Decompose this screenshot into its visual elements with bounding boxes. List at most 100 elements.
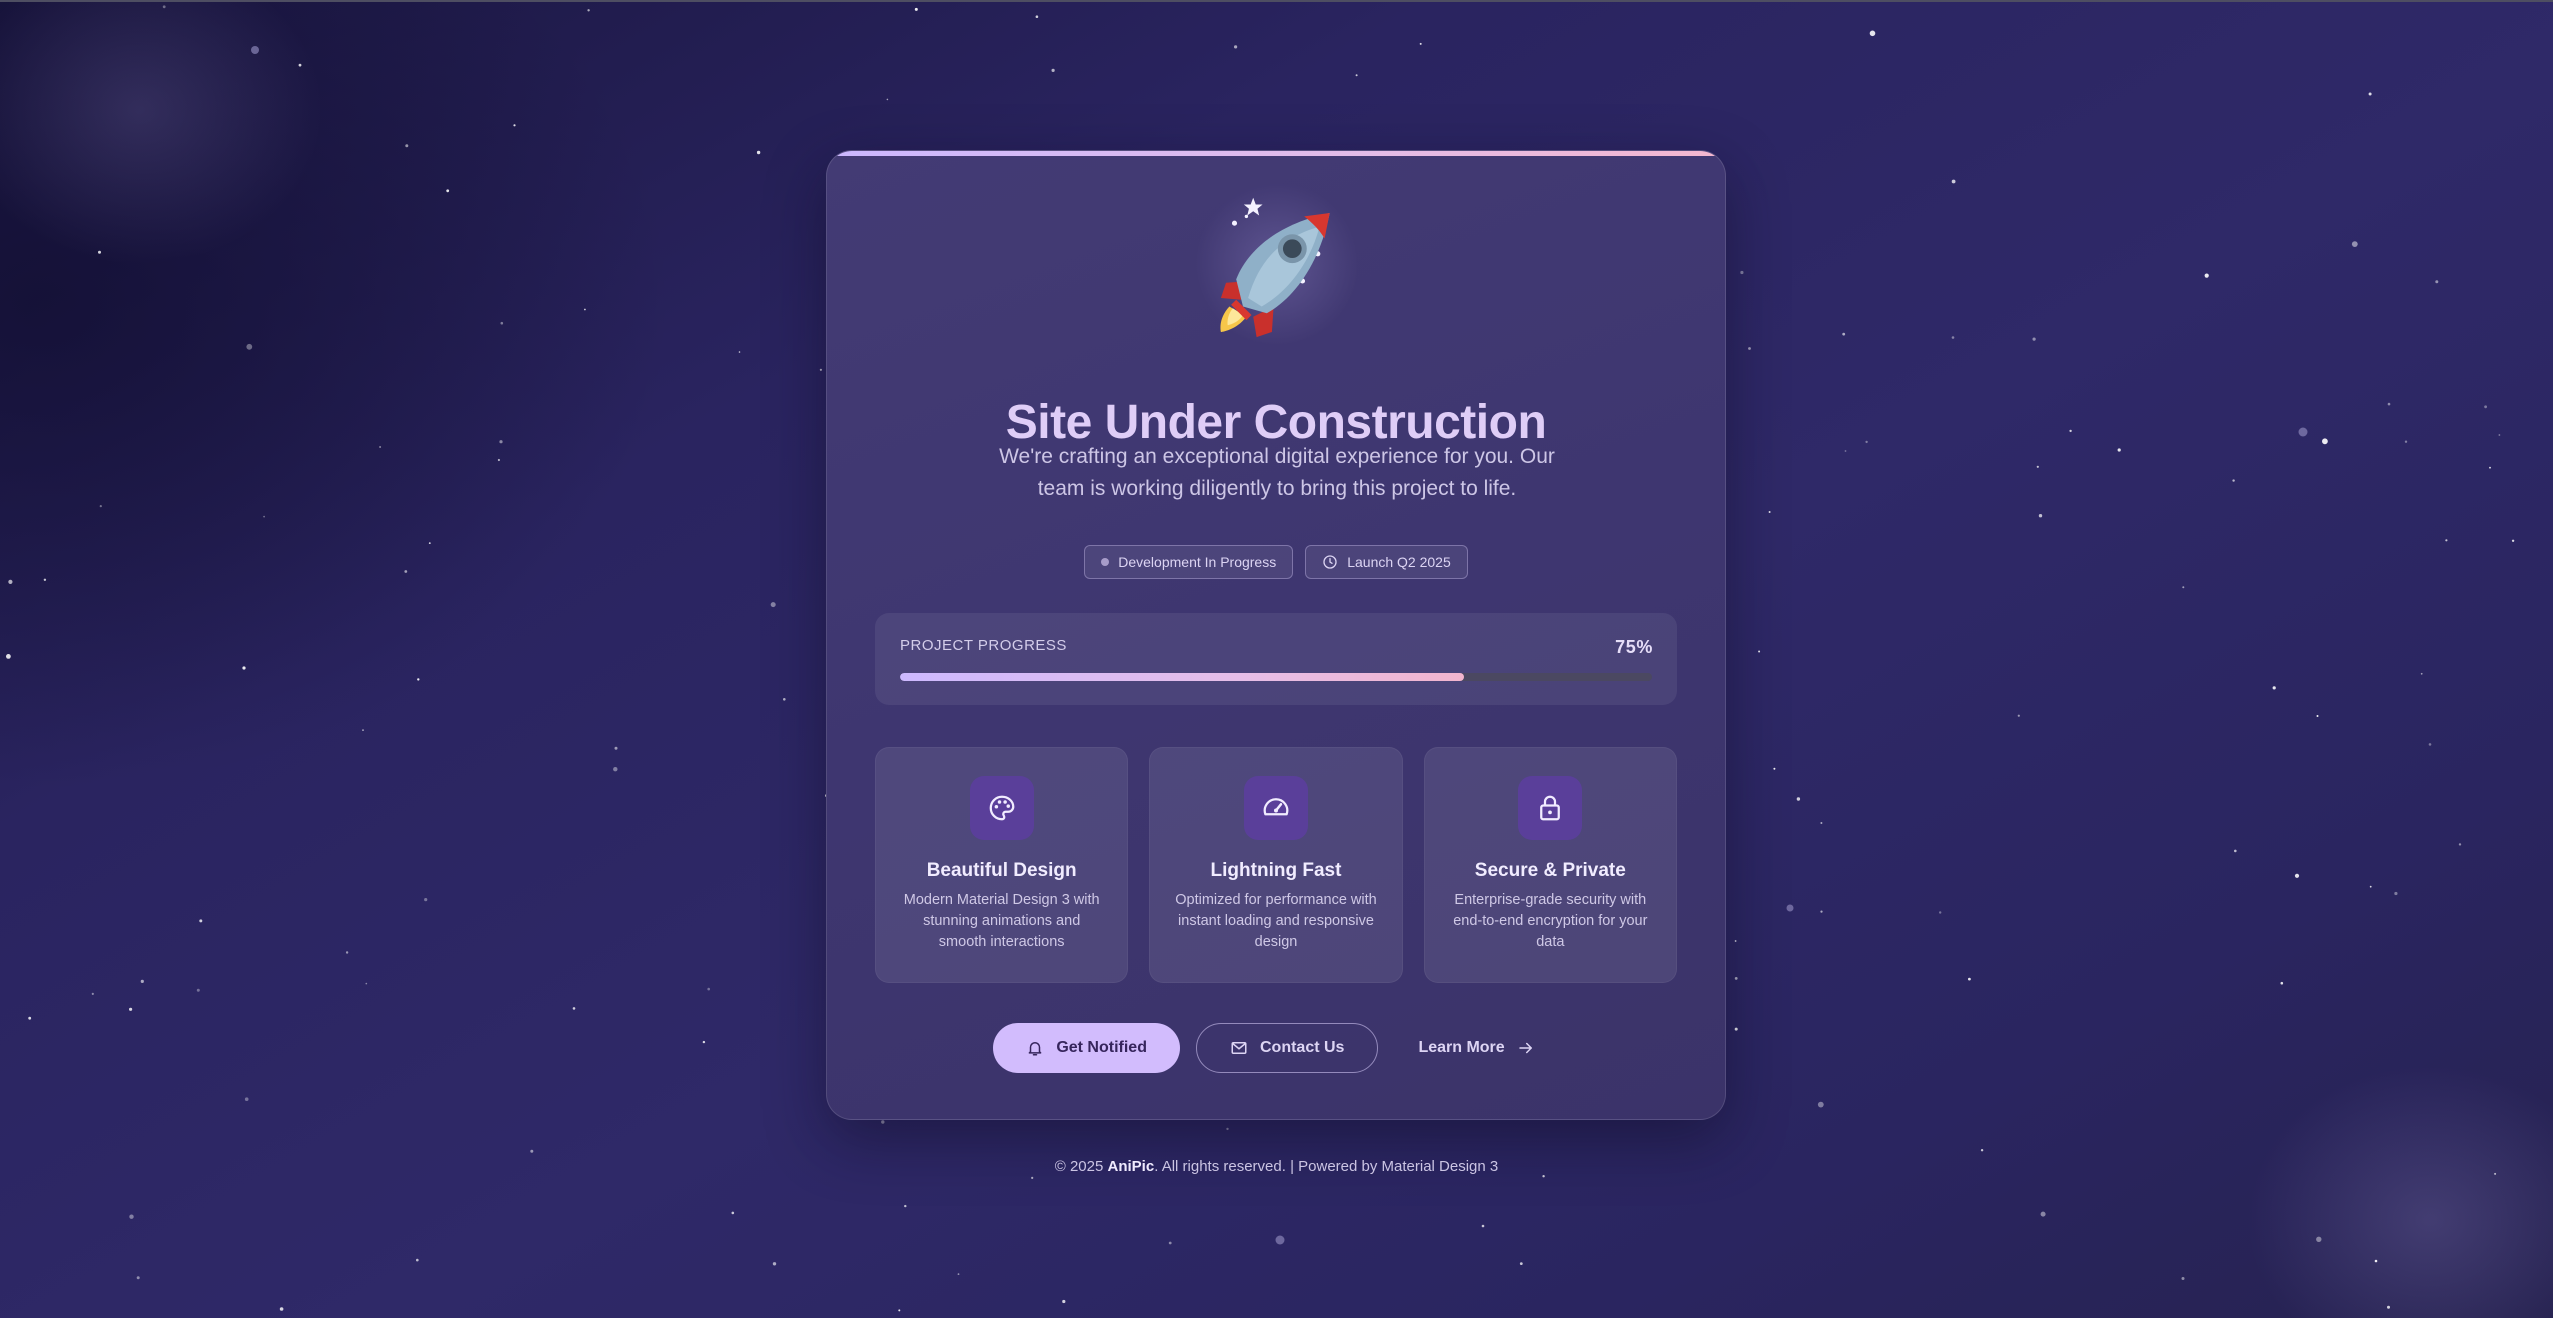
star (572, 1007, 576, 1010)
star (772, 1262, 777, 1266)
feature-description: Optimized for performance with instant l… (1175, 892, 1377, 950)
star (587, 9, 590, 12)
star (2511, 539, 2515, 542)
lock-icon (1518, 776, 1583, 840)
star (199, 919, 203, 923)
page-footer: © 2025 AniPic. All rights reserved. | Po… (0, 1158, 2553, 1175)
star (2069, 429, 2072, 433)
star (957, 1273, 960, 1275)
star (1035, 15, 1039, 18)
star (362, 729, 364, 731)
star (242, 666, 246, 670)
star (2387, 1305, 2390, 1309)
star (416, 1258, 419, 1262)
star (2181, 1277, 2185, 1280)
star (2498, 434, 2501, 436)
star (497, 458, 500, 462)
star (196, 988, 200, 992)
star (136, 1276, 140, 1280)
star (613, 767, 618, 772)
star (1842, 332, 1846, 336)
star (756, 150, 761, 155)
feature-title: Secure & Private (1474, 860, 1626, 881)
star (738, 351, 741, 353)
star (28, 1016, 32, 1020)
star (1951, 336, 1955, 339)
star (2420, 672, 2423, 675)
star (1031, 1176, 1034, 1179)
star (1768, 511, 1771, 513)
star (2280, 981, 2284, 985)
star (2368, 92, 2372, 96)
star (2204, 273, 2209, 278)
page-subtitle: We're crafting an exceptional digital ex… (999, 445, 1555, 500)
star (1519, 1262, 1523, 1265)
star (783, 698, 786, 701)
construction-card: Site Under Construction We're crafting a… (826, 150, 1726, 1120)
star (162, 5, 166, 9)
star (424, 898, 428, 902)
get-notified-label: Get Notified (1056, 1039, 1147, 1056)
star (1820, 910, 1823, 913)
star (2316, 715, 2319, 717)
star (1786, 904, 1794, 912)
status-chip-launch: Launch Q2 2025 (1305, 545, 1468, 579)
learn-more-button[interactable]: Learn More (1394, 1023, 1558, 1073)
star (2232, 479, 2235, 482)
star (1062, 1299, 1066, 1304)
star (530, 1149, 534, 1153)
star (246, 343, 253, 350)
star (5, 654, 11, 659)
star (731, 1211, 735, 1215)
status-chip-development: Development In Progress (1084, 545, 1294, 579)
progress-track (900, 673, 1652, 681)
star (1734, 1027, 1738, 1031)
star (1869, 30, 1876, 37)
star (1168, 1241, 1172, 1245)
footer-rights: . All rights reserved. | Powered by Mate… (1154, 1158, 1499, 1175)
star (2272, 686, 2276, 690)
star (2322, 438, 2328, 445)
star (2351, 241, 2358, 248)
star (1951, 179, 1956, 184)
star (446, 189, 450, 193)
star (1939, 911, 1942, 914)
star (405, 144, 409, 148)
star (428, 542, 431, 544)
star (1355, 74, 1358, 77)
star (129, 1214, 134, 1219)
star (99, 505, 102, 508)
progress-value: 75% (1615, 637, 1653, 657)
star (2036, 465, 2039, 468)
star (770, 602, 776, 608)
star (2428, 743, 2432, 746)
footer-brand: AniPic (1107, 1158, 1155, 1175)
star (2038, 514, 2043, 518)
star (1758, 650, 1761, 653)
star (2394, 891, 2398, 896)
star (98, 250, 101, 254)
star (500, 321, 504, 325)
star (614, 746, 618, 750)
star (2294, 873, 2300, 878)
star (1542, 1175, 1545, 1178)
learn-more-label: Learn More (1418, 1039, 1505, 1056)
star (898, 1309, 901, 1312)
get-notified-button[interactable]: Get Notified (993, 1023, 1180, 1073)
star (1773, 767, 1776, 770)
feature-description: Modern Material Design 3 with stunning a… (903, 892, 1100, 950)
star (1844, 450, 1847, 452)
star (2489, 466, 2491, 469)
star (91, 992, 94, 996)
status-chip-label: Development In Progress (1118, 554, 1277, 570)
arrow-right-icon (1518, 1042, 1532, 1054)
contact-us-label: Contact Us (1259, 1039, 1345, 1056)
star (1734, 940, 1737, 942)
star (1734, 977, 1738, 980)
star (129, 1007, 133, 1011)
star (345, 951, 349, 954)
contact-us-button[interactable]: Contact Us (1195, 1023, 1379, 1073)
feature-description: Enterprise-grade security with end-to-en… (1453, 892, 1648, 950)
star (140, 979, 144, 984)
progress-fill (900, 673, 1464, 681)
